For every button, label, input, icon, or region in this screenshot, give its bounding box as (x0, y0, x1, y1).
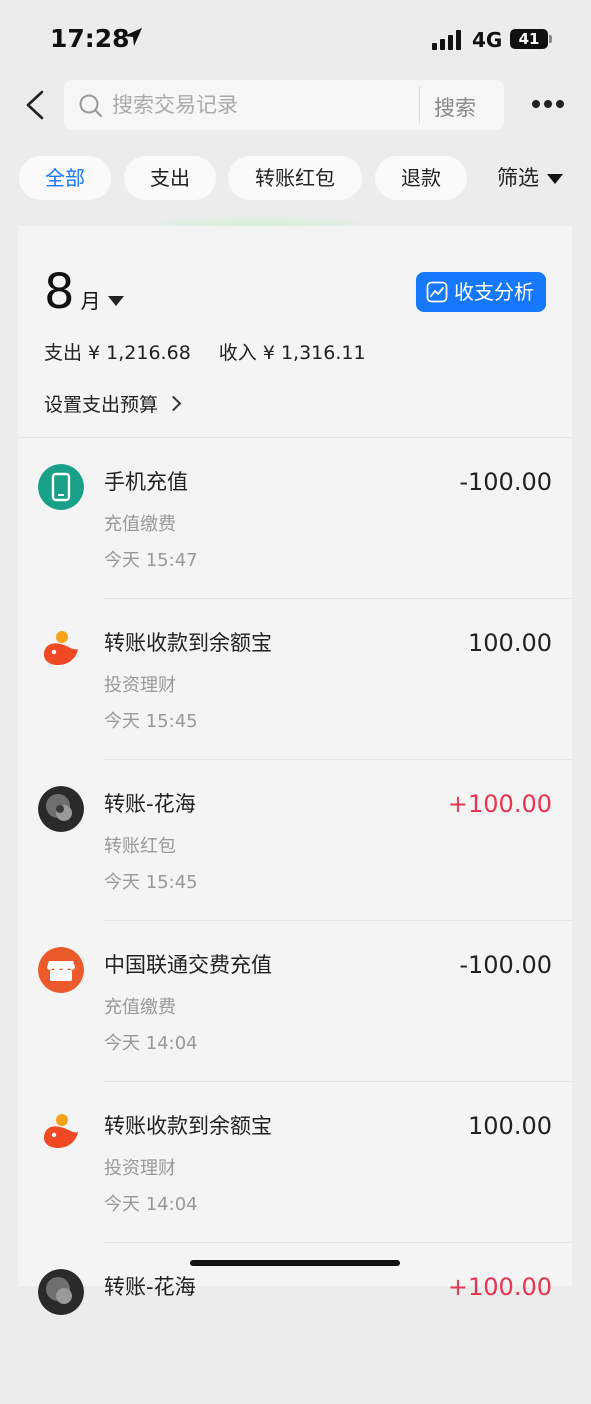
transaction-title: 转账-花海 (104, 1275, 196, 1299)
yuebao-icon (38, 625, 84, 671)
user-avatar (38, 1269, 84, 1315)
filter-dropdown[interactable]: 筛选 (497, 156, 563, 200)
search-bar: 搜索 (64, 80, 504, 130)
status-bar: 17:28 4G 41 (0, 0, 591, 78)
transaction-time: 今天 15:45 (104, 711, 198, 732)
transaction-category: 投资理财 (104, 1158, 176, 1179)
transaction-time: 今天 14:04 (104, 1194, 198, 1215)
income-total: 收入 ¥ 1,316.11 (218, 342, 366, 364)
analysis-label: 收支分析 (454, 280, 534, 304)
phone-topup-icon (38, 464, 84, 510)
chip-expense[interactable]: 支出 (124, 156, 216, 200)
user-avatar (38, 786, 84, 832)
status-time: 17:28 (50, 24, 130, 53)
battery-cap (549, 35, 552, 43)
transaction-row[interactable]: 转账收款到余额宝 投资理财 今天 14:04 100.00 (18, 1082, 572, 1243)
transaction-amount: 100.00 (468, 1112, 552, 1140)
more-options-icon[interactable] (528, 100, 568, 110)
set-budget-link[interactable]: 设置支出预算 (44, 390, 182, 417)
transaction-title: 转账-花海 (104, 792, 196, 816)
search-button[interactable]: 搜索 (434, 92, 476, 122)
chip-refund[interactable]: 退款 (375, 156, 467, 200)
transaction-row[interactable]: 转账收款到余额宝 投资理财 今天 15:45 100.00 (18, 599, 572, 760)
transaction-time: 今天 15:45 (104, 872, 198, 893)
transaction-amount: -100.00 (459, 951, 552, 979)
filter-label: 筛选 (497, 166, 539, 190)
transaction-title: 转账收款到余额宝 (104, 1114, 272, 1138)
transaction-title: 手机充值 (104, 470, 188, 494)
transaction-category: 充值缴费 (104, 514, 176, 535)
transaction-row[interactable]: 中国联通交费充值 充值缴费 今天 14:04 -100.00 (18, 921, 572, 1082)
chart-line-icon (426, 281, 448, 303)
transactions-card: 8月 收支分析 支出 ¥ 1,216.68 收入 ¥ 1,316.11 设置支出预… (18, 226, 572, 1315)
search-divider (419, 86, 420, 124)
back-arrow-icon[interactable] (20, 88, 54, 122)
transaction-amount: -100.00 (459, 468, 552, 496)
transaction-row[interactable]: 转账-花海 +100.00 (18, 1243, 572, 1404)
filter-chips: 全部 支出 转账红包 退款 筛选 (0, 156, 591, 200)
transaction-row[interactable]: 手机充值 充值缴费 今天 15:47 -100.00 (18, 438, 572, 599)
home-indicator (190, 1260, 400, 1266)
location-arrow-icon (124, 28, 142, 46)
transaction-amount: 100.00 (468, 629, 552, 657)
caret-down-icon (547, 174, 563, 184)
signal-icon (432, 30, 461, 50)
transaction-category: 投资理财 (104, 675, 176, 696)
transaction-amount: +100.00 (447, 1273, 552, 1301)
network-type: 4G (472, 28, 503, 52)
shop-icon (38, 947, 84, 993)
chip-all[interactable]: 全部 (19, 156, 111, 200)
chevron-right-icon (165, 395, 182, 412)
battery-icon: 41 (510, 29, 548, 49)
transaction-row[interactable]: 转账-花海 转账红包 今天 15:45 +100.00 (18, 760, 572, 921)
transaction-category: 转账红包 (104, 836, 176, 857)
month-summary: 支出 ¥ 1,216.68 收入 ¥ 1,316.11 (44, 338, 394, 365)
month-selector[interactable]: 8月 (44, 264, 101, 320)
transaction-title: 中国联通交费充值 (104, 953, 272, 977)
transaction-title: 转账收款到余额宝 (104, 631, 272, 655)
chip-transfer-redpacket[interactable]: 转账红包 (228, 156, 362, 200)
expense-total: 支出 ¥ 1,216.68 (44, 342, 191, 364)
search-icon (79, 94, 103, 118)
transaction-time: 今天 14:04 (104, 1033, 198, 1054)
transaction-time: 今天 15:47 (104, 550, 198, 571)
search-input[interactable] (112, 88, 412, 122)
month-unit: 月 (80, 289, 101, 313)
income-expense-analysis-button[interactable]: 收支分析 (416, 272, 546, 312)
month-number: 8 (44, 264, 75, 320)
yuebao-icon (38, 1108, 84, 1154)
chip-fade (482, 156, 496, 200)
month-caret-icon[interactable] (108, 296, 124, 306)
transaction-amount: +100.00 (447, 790, 552, 818)
budget-label: 设置支出预算 (44, 394, 159, 416)
transaction-category: 充值缴费 (104, 997, 176, 1018)
